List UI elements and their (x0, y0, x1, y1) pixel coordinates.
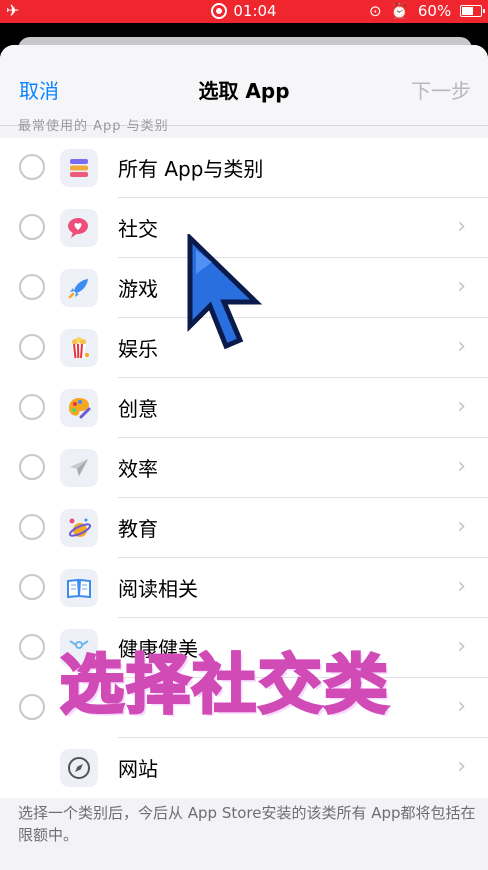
radio-button[interactable] (19, 334, 45, 360)
radio-button[interactable] (19, 214, 45, 240)
status-time: 01:04 (233, 2, 277, 20)
radio-button[interactable] (19, 154, 45, 180)
category-row-reading[interactable]: 阅读相关 › (0, 558, 488, 618)
chevron-right-icon: › (457, 694, 466, 719)
status-bar: ✈ 01:04 ⊙ ⏰ 60% (0, 0, 488, 23)
radio-button[interactable] (19, 454, 45, 480)
chevron-right-icon: › (457, 754, 466, 779)
chevron-right-icon: › (457, 274, 466, 299)
category-label: 创意 (118, 397, 158, 421)
next-button[interactable]: 下一步 (411, 75, 471, 104)
rotation-lock-icon: ⊙ (369, 2, 382, 20)
chevron-right-icon: › (457, 214, 466, 239)
category-label: 娱乐 (118, 337, 158, 361)
status-right-group: ⊙ ⏰ 60% (365, 2, 485, 20)
radio-button[interactable] (19, 574, 45, 600)
radio-button[interactable] (19, 394, 45, 420)
chevron-right-icon: › (457, 394, 466, 419)
radio-button[interactable] (19, 694, 45, 720)
screen-recording-icon (211, 3, 228, 19)
category-label: 社交 (118, 217, 158, 241)
nav-bar: 取消 选取 App 下一步 最常使用的 App 与类别 (0, 45, 488, 134)
alarm-icon: ⏰ (390, 2, 410, 20)
battery-icon (460, 5, 485, 17)
mouse-cursor-icon (187, 234, 263, 350)
category-label: 效率 (118, 457, 158, 481)
popcorn-icon (60, 329, 98, 367)
book-icon (60, 569, 98, 607)
category-label: 所有 App与类别 (118, 157, 264, 181)
compass-icon (60, 749, 98, 787)
category-row-all[interactable]: 所有 App与类别 (0, 138, 488, 198)
rocket-icon (60, 269, 98, 307)
category-label: 游戏 (118, 277, 158, 301)
footer-note: 选择一个类别后，今后从 App Store安装的该类所有 App都将包括在限额中… (18, 804, 476, 844)
chevron-right-icon: › (457, 514, 466, 539)
chevron-right-icon: › (457, 574, 466, 599)
category-label: 网站 (118, 757, 158, 781)
category-row-websites[interactable]: 网站 › (0, 738, 488, 798)
paper-plane-icon (60, 449, 98, 487)
chevron-right-icon: › (457, 454, 466, 479)
chevron-right-icon: › (457, 634, 466, 659)
palette-icon (60, 389, 98, 427)
category-row-productivity[interactable]: 效率 › (0, 438, 488, 498)
radio-button[interactable] (19, 634, 45, 660)
section-header-text: 最常使用的 App 与类别 (18, 119, 169, 134)
planet-icon (60, 509, 98, 547)
stack-icon (60, 149, 98, 187)
category-label: 阅读相关 (118, 577, 198, 601)
category-row-creativity[interactable]: 创意 › (0, 378, 488, 438)
app-picker-sheet: 取消 选取 App 下一步 最常使用的 App 与类别 所有 App与类别 社交… (0, 45, 488, 870)
category-row-education[interactable]: 教育 › (0, 498, 488, 558)
category-label: 教育 (118, 517, 158, 541)
chat-heart-icon (60, 209, 98, 247)
overlay-caption: 选择社交类 (59, 648, 390, 725)
radio-button[interactable] (19, 274, 45, 300)
radio-button[interactable] (19, 514, 45, 540)
chevron-right-icon: › (457, 334, 466, 359)
battery-percent: 60% (417, 2, 452, 20)
